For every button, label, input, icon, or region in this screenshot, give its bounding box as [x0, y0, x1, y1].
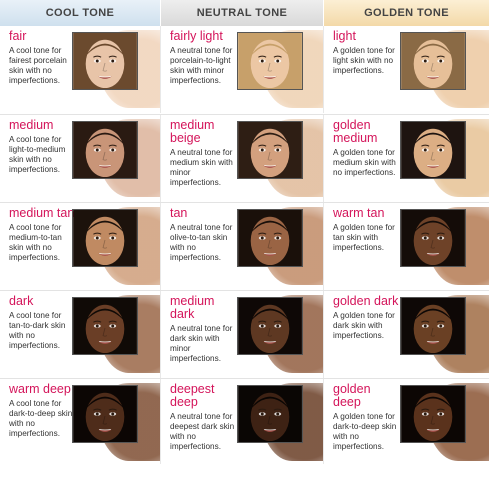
shade-cell-neutral: tan A neutral tone for olive-to-tan skin … [160, 203, 323, 290]
model-face-photo [72, 32, 138, 90]
shade-name: medium beige [170, 118, 215, 145]
shade-cell-cool: warm deep A cool tone for dark-to-deep sk… [0, 379, 160, 466]
header-cool-tone: COOL TONE [0, 0, 160, 26]
model-face-photo [72, 121, 138, 179]
shade-name: medium dark [170, 294, 215, 321]
shade-name: medium tan [9, 206, 75, 220]
shade-row: warm deep A cool tone for dark-to-deep sk… [0, 378, 489, 466]
shade-cell-golden: warm tan A golden tone for tan skin with … [323, 203, 489, 290]
model-face-photo [237, 297, 303, 355]
model-face-photo [237, 385, 303, 443]
shade-cell-neutral: deepest deep A neutral tone for deepest d… [160, 379, 323, 466]
shade-description: A cool tone for dark-to-deep skin with n… [9, 399, 73, 438]
shade-description: A neutral tone for medium skin with mino… [170, 148, 233, 187]
shade-name: dark [9, 294, 34, 308]
shade-name: light [333, 29, 356, 43]
model-face-photo [72, 209, 138, 267]
shade-cell-cool: fair A cool tone for fairest porcelain sk… [0, 26, 160, 113]
shade-name: tan [170, 206, 188, 220]
shade-description: A golden tone for medium skin with no im… [333, 148, 396, 177]
shade-grid: fair A cool tone for fairest porcelain sk… [0, 26, 489, 466]
shade-description: A cool tone for tan-to-dark skin with no… [9, 311, 66, 350]
shade-name: golden deep [333, 382, 371, 409]
foundation-shade-chart: COOL TONE NEUTRAL TONE GOLDEN TONE fair A… [0, 0, 489, 482]
shade-name: golden medium [333, 118, 378, 145]
shade-name: warm deep [9, 382, 71, 396]
bottom-margin [0, 464, 489, 482]
shade-name: warm tan [333, 206, 385, 220]
shade-row: medium A cool tone for light-to-medium sk… [0, 114, 489, 202]
shade-description: A cool tone for light-to-medium skin wit… [9, 135, 66, 174]
header-neutral-tone: NEUTRAL TONE [160, 0, 323, 26]
shade-cell-cool: medium A cool tone for light-to-medium sk… [0, 115, 160, 202]
shade-description: A neutral tone for dark skin with minor … [170, 324, 233, 363]
model-face-photo [400, 209, 466, 267]
shade-description: A neutral tone for olive-to-tan skin wit… [170, 223, 233, 262]
shade-description: A cool tone for fairest porcelain skin w… [9, 46, 67, 85]
shade-cell-golden: golden medium A golden tone for medium sk… [323, 115, 489, 202]
shade-cell-neutral: medium dark A neutral tone for dark skin … [160, 291, 323, 378]
model-face-photo [400, 121, 466, 179]
shade-row: fair A cool tone for fairest porcelain sk… [0, 26, 489, 113]
shade-description: A neutral tone for deepest dark skin wit… [170, 412, 235, 451]
shade-cell-cool: dark A cool tone for tan-to-dark skin wit… [0, 291, 160, 378]
shade-cell-cool: medium tan A cool tone for medium-to-tan … [0, 203, 160, 290]
model-face-photo [237, 209, 303, 267]
model-face-photo [72, 385, 138, 443]
model-face-photo [237, 121, 303, 179]
shade-cell-golden: light A golden tone for light skin with n… [323, 26, 489, 113]
model-face-photo [72, 297, 138, 355]
shade-cell-golden: golden dark A golden tone for dark skin w… [323, 291, 489, 378]
shade-description: A golden tone for dark-to-deep skin with… [333, 412, 397, 451]
model-face-photo [400, 297, 466, 355]
shade-name: deepest deep [170, 382, 215, 409]
model-face-photo [237, 32, 303, 90]
shade-description: A golden tone for dark skin with imperfe… [333, 311, 395, 340]
shade-cell-golden: golden deep A golden tone for dark-to-dee… [323, 379, 489, 466]
shade-cell-neutral: fairly light A neutral tone for porcelain… [160, 26, 323, 113]
shade-row: medium tan A cool tone for medium-to-tan … [0, 202, 489, 290]
shade-description: A golden tone for light skin with no imp… [333, 46, 395, 75]
shade-cell-neutral: medium beige A neutral tone for medium sk… [160, 115, 323, 202]
header-golden-tone: GOLDEN TONE [323, 0, 489, 26]
shade-row: dark A cool tone for tan-to-dark skin wit… [0, 290, 489, 378]
model-face-photo [400, 385, 466, 443]
shade-description: A golden tone for tan skin with imperfec… [333, 223, 395, 252]
model-face-photo [400, 32, 466, 90]
column-headers: COOL TONE NEUTRAL TONE GOLDEN TONE [0, 0, 489, 26]
shade-name: fair [9, 29, 27, 43]
shade-name: golden dark [333, 294, 399, 308]
shade-name: fairly light [170, 29, 223, 43]
shade-name: medium [9, 118, 54, 132]
shade-description: A neutral tone for porcelain-to-light sk… [170, 46, 233, 85]
shade-description: A cool tone for medium-to-tan skin with … [9, 223, 62, 262]
